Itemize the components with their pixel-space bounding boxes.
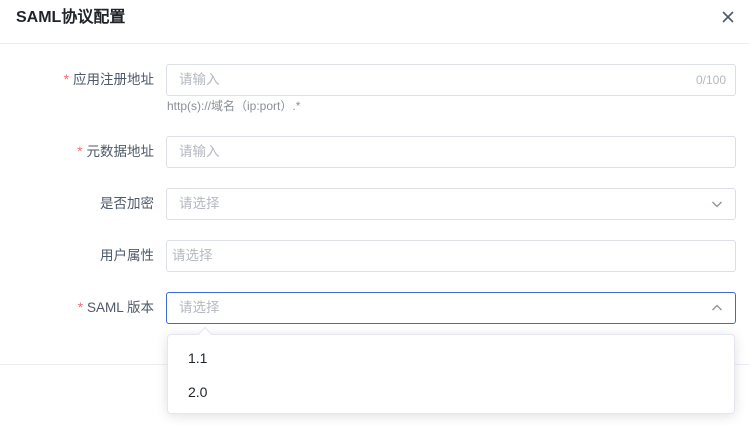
app-register-url-input[interactable]: 请输入 0/100 xyxy=(166,64,736,96)
required-mark: * xyxy=(77,300,83,315)
metadata-url-placeholder: 请输入 xyxy=(179,144,220,159)
close-icon[interactable] xyxy=(718,7,738,27)
saml-version-option-2-0[interactable]: 2.0 xyxy=(168,375,734,409)
app-register-url-placeholder: 请输入 xyxy=(179,72,220,87)
encrypt-placeholder: 请选择 xyxy=(179,196,220,211)
user-attributes-select[interactable]: 请选择 xyxy=(166,240,736,272)
encrypt-label: 是否加密 xyxy=(100,196,154,211)
form-row-user-attributes: 用户属性 请选择 xyxy=(0,240,749,272)
required-mark: * xyxy=(77,144,83,159)
saml-version-dropdown: 1.1 2.0 xyxy=(167,334,735,414)
dialog-title: SAML协议配置 xyxy=(16,9,126,26)
char-counter: 0/100 xyxy=(695,73,726,87)
saml-version-label: * SAML 版本 xyxy=(77,300,154,315)
required-mark: * xyxy=(63,72,69,87)
user-attributes-label: 用户属性 xyxy=(100,248,154,263)
encrypt-select[interactable]: 请选择 xyxy=(166,188,736,220)
dialog-header: SAML协议配置 xyxy=(0,0,749,44)
form-row-app-register-url: * 应用注册地址 请输入 0/100 xyxy=(0,64,749,96)
metadata-url-label: * 元数据地址 xyxy=(77,144,154,159)
chevron-up-icon xyxy=(711,302,723,314)
saml-config-dialog: SAML协议配置 * 应用注册地址 请输入 0/100 http(s)://域名（… xyxy=(0,0,749,425)
app-register-url-label: * 应用注册地址 xyxy=(63,72,154,87)
saml-version-select[interactable]: 请选择 xyxy=(166,292,736,324)
chevron-down-icon xyxy=(711,198,723,210)
form-row-saml-version: * SAML 版本 请选择 xyxy=(0,292,749,324)
url-format-hint: http(s)://域名（ip:port）.* xyxy=(167,99,301,113)
saml-version-option-1-1[interactable]: 1.1 xyxy=(168,341,734,375)
form-row-metadata-url: * 元数据地址 请输入 xyxy=(0,136,749,168)
user-attributes-placeholder: 请选择 xyxy=(172,248,213,263)
form-row-encrypt: 是否加密 请选择 xyxy=(0,188,749,220)
saml-version-placeholder: 请选择 xyxy=(179,300,220,315)
metadata-url-input[interactable]: 请输入 xyxy=(166,136,736,168)
